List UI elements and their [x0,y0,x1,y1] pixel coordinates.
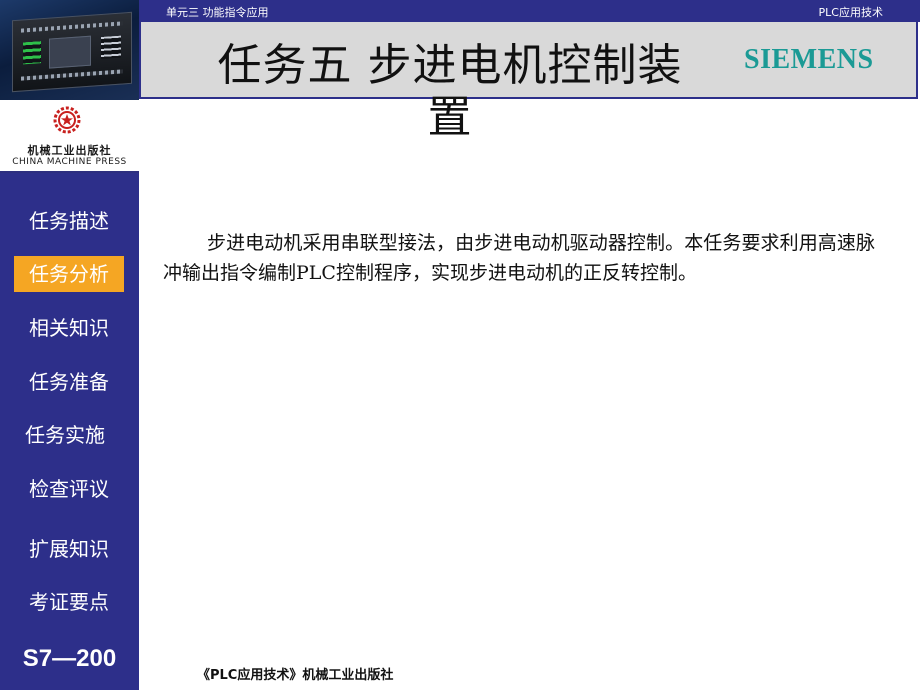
terminal-strip [21,21,123,33]
sidebar-nav: 任务描述 任务分析 相关知识 任务准备 任务实施 检查评议 扩展知识 考证要点 … [0,173,139,690]
header-strip: 单元三 功能指令应用 PLC应用技术 [139,0,920,22]
publisher-name-cn: 机械工业出版社 [27,144,112,157]
plc-device-image [12,11,132,93]
publisher-name-en: CHINA MACHINE PRESS [12,157,127,167]
sidebar-item-extended-knowledge[interactable]: 扩展知识 [14,531,124,567]
terminal-strip [21,69,123,81]
status-leds [23,41,41,65]
plc-product-photo [0,0,139,100]
brand-logo-text: SIEMENS [744,44,874,75]
sidebar-item-check-evaluation[interactable]: 检查评议 [14,471,124,507]
publisher-logo: 机械工业出版社 CHINA MACHINE PRESS [0,100,139,173]
task-description-text: 步进电动机采用串联型接法，由步进电动机驱动器控制。本任务要求利用高速脉冲输出指令… [163,232,875,284]
sidebar-item-task-implementation[interactable]: 任务实施 [10,417,120,453]
gear-star-emblem-icon [53,106,81,134]
unit-label: 单元三 功能指令应用 [166,6,269,19]
sidebar-item-certification-points[interactable]: 考证要点 [14,584,124,620]
plc-front-panel [49,35,91,69]
sidebar-item-task-preparation[interactable]: 任务准备 [14,364,124,400]
footer-text: 《PLC应用技术》机械工业出版社 [197,668,394,683]
course-label: PLC应用技术 [818,6,883,19]
sidebar-item-related-knowledge[interactable]: 相关知识 [14,310,124,346]
io-leds [101,35,121,59]
series-label: S7—200 [22,645,117,672]
sidebar-item-task-analysis[interactable]: 任务分析 [14,256,124,292]
page-title: 任务五 步进电机控制装置 [217,40,683,143]
sidebar-item-task-description[interactable]: 任务描述 [14,203,124,239]
